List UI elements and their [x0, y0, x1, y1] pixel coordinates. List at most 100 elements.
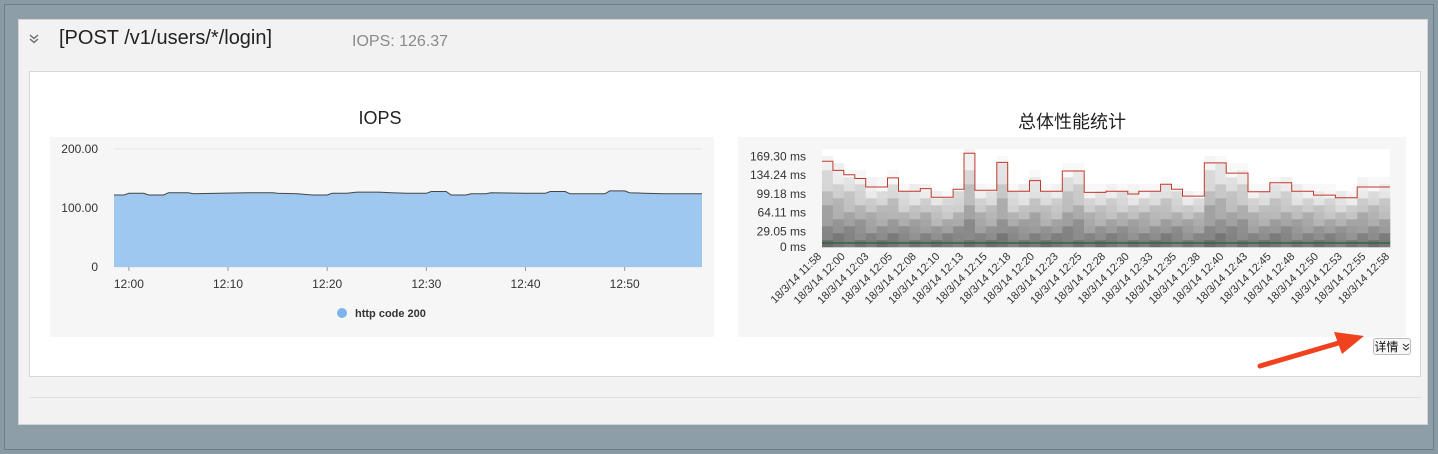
heatmap-cell: [1258, 198, 1271, 206]
heatmap-cell: [1280, 212, 1292, 220]
heatmap-cell: [985, 212, 997, 220]
heatmap-cell: [1073, 184, 1085, 192]
heatmap-cell: [876, 226, 888, 234]
heatmap-cell: [1062, 163, 1074, 171]
heatmap-cell: [1116, 226, 1129, 234]
heatmap-cell: [1258, 233, 1271, 241]
heatmap-cell: [1248, 226, 1260, 234]
heatmap-cell: [1269, 184, 1281, 192]
heatmap-cell: [1040, 233, 1052, 241]
heatmap-cell: [1302, 219, 1314, 227]
heatmap-cell: [942, 233, 954, 241]
heatmap-cell: [1280, 177, 1292, 185]
heatmap-cell: [1018, 212, 1030, 220]
heatmap-cell: [1116, 198, 1129, 206]
heatmap-cell: [1182, 233, 1194, 241]
heatmap-cell: [1368, 184, 1380, 192]
heatmap-cell: [964, 198, 976, 206]
heatmap-cell: [898, 191, 910, 199]
heatmap-cell: [920, 212, 932, 220]
heatmap-cell: [854, 191, 866, 199]
heatmap-cell: [1040, 219, 1052, 227]
y-tick-label: 134.24 ms: [750, 168, 806, 182]
heatmap-cell: [1204, 233, 1216, 241]
heatmap-cell: [1073, 233, 1085, 241]
heatmap-cell: [953, 198, 965, 206]
heatmap-cell: [1171, 226, 1183, 234]
heatmap-cell: [1171, 212, 1183, 220]
heatmap-cell: [865, 212, 877, 220]
heatmap-cell: [985, 233, 997, 241]
heatmap-cell: [1335, 233, 1347, 241]
heatmap-cell: [1007, 184, 1019, 192]
heatmap-cell: [1280, 198, 1292, 206]
heatmap-cell: [843, 233, 855, 241]
heatmap-cell: [1062, 212, 1074, 220]
heatmap-cell: [822, 156, 834, 164]
heatmap-cell: [1357, 184, 1369, 192]
heatmap-cell: [1258, 219, 1271, 227]
detail-button[interactable]: 详情: [1373, 338, 1411, 355]
heatmap-cell: [1106, 212, 1118, 220]
double-chevron-down-icon[interactable]: [29, 32, 39, 47]
heatmap-cell: [1226, 184, 1238, 192]
heatmap-cell: [1138, 212, 1150, 220]
heatmap-cell: [1269, 219, 1281, 227]
heatmap-cell: [822, 170, 834, 178]
heatmap-cell: [1138, 184, 1150, 192]
heatmap-cell: [887, 198, 899, 206]
heatmap-cell: [1160, 226, 1172, 234]
heatmap-cell: [1237, 170, 1249, 178]
heatmap-cell: [1269, 177, 1281, 185]
heatmap-cell: [865, 191, 877, 199]
heatmap-cell: [1269, 191, 1281, 199]
heatmap-cell: [1215, 198, 1227, 206]
heatmap-cell: [1051, 191, 1063, 199]
heatmap-cell: [1346, 219, 1358, 227]
heatmap-cell: [1182, 226, 1194, 234]
heatmap-cell: [1204, 177, 1216, 185]
heatmap-cell: [1149, 198, 1161, 206]
heatmap-cell: [964, 177, 976, 185]
heatmap-cell: [1357, 205, 1369, 213]
heatmap-cell: [1324, 184, 1336, 192]
heatmap-cell: [1204, 156, 1216, 164]
heatmap-cell: [1127, 219, 1139, 227]
heatmap-cell: [985, 198, 997, 206]
heatmap-cell: [822, 226, 834, 234]
heatmap-cell: [1215, 191, 1227, 199]
heatmap-cell: [1335, 226, 1347, 234]
heatmap-cell: [1073, 205, 1085, 213]
heatmap-cell: [1127, 198, 1139, 206]
heatmap-cell: [822, 163, 834, 171]
heatmap-cell: [1149, 212, 1161, 220]
heatmap-cell: [1029, 219, 1041, 227]
heatmap-cell: [1106, 205, 1118, 213]
heatmap-cell: [876, 233, 888, 241]
heatmap-cell: [974, 198, 987, 206]
heatmap-cell: [1193, 205, 1205, 213]
heatmap-cell: [1116, 219, 1129, 227]
heatmap-cell: [1084, 198, 1096, 206]
heatmap-cell: [1324, 212, 1336, 220]
heatmap-cell: [909, 212, 921, 220]
heatmap-cell: [1138, 205, 1150, 213]
heatmap-cell: [1204, 205, 1216, 213]
heatmap-cell: [1171, 219, 1183, 227]
heatmap-cell: [822, 191, 834, 199]
heatmap-cell: [1149, 219, 1161, 227]
heatmap-cell: [985, 191, 997, 199]
heatmap-cell: [1204, 219, 1216, 227]
heatmap-cell: [964, 184, 976, 192]
heatmap-cell: [1215, 219, 1227, 227]
heatmap-cell: [1029, 184, 1041, 192]
heatmap-cell: [985, 219, 997, 227]
heatmap-cell: [1346, 233, 1358, 241]
heatmap-cell: [1062, 191, 1074, 199]
heatmap-cell: [822, 177, 834, 185]
heatmap-cell: [898, 226, 910, 234]
y-tick-label: 99.18 ms: [757, 187, 806, 201]
heatmap-cell: [996, 212, 1008, 220]
heatmap-cell: [1237, 177, 1249, 185]
legend-label[interactable]: http code 200: [355, 308, 426, 320]
